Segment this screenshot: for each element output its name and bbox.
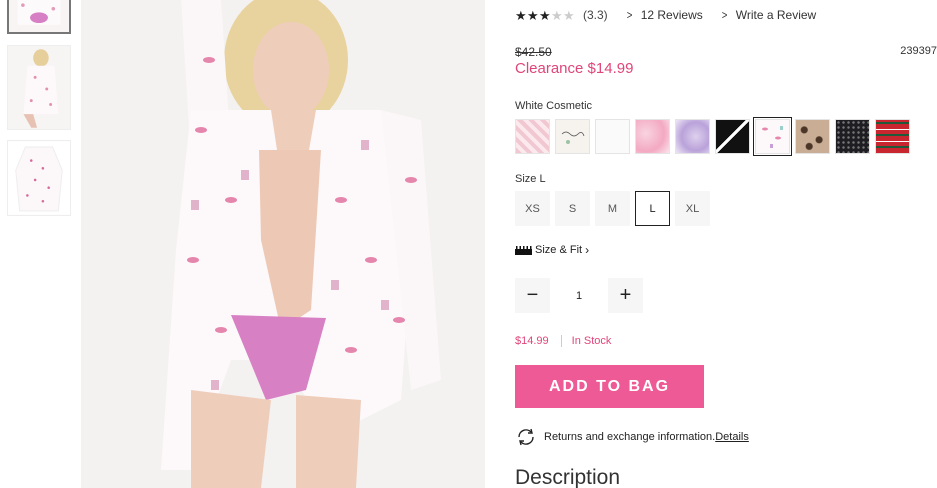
reviews-link[interactable]: > 12 Reviews (626, 8, 703, 22)
chevron-right-icon: › (585, 243, 590, 257)
write-review-label: Write a Review (735, 8, 817, 22)
thumbnail-image (8, 141, 70, 215)
stock-row: $14.99 In Stock (515, 335, 611, 347)
thumbnail-image (10, 0, 68, 32)
swatch-black-dots[interactable] (835, 119, 870, 154)
clearance-price: Clearance $14.99 (515, 60, 634, 77)
size-fit-label: Size & Fit (535, 244, 583, 256)
quantity-increase-button[interactable]: + (608, 278, 643, 313)
returns-details-link[interactable]: Details (715, 431, 749, 443)
thumbnail-3[interactable] (7, 140, 71, 216)
swatch-leopard[interactable] (795, 119, 830, 154)
swatch-white-cosmetic[interactable] (753, 117, 792, 156)
swatch-lavender-tie-dye[interactable] (675, 119, 710, 154)
thumbnail-image (8, 46, 70, 129)
swatch-red-plaid[interactable] (875, 119, 910, 154)
size-s-button[interactable]: S (555, 191, 590, 226)
size-m-button[interactable]: M (595, 191, 630, 226)
color-swatches (515, 117, 915, 156)
add-to-bag-button[interactable]: ADD TO BAG (515, 365, 704, 408)
reviews-link-label: 12 Reviews (640, 8, 703, 22)
size-l-button[interactable]: L (635, 191, 670, 226)
rating-value: (3.3) (583, 8, 608, 22)
returns-text: Returns and exchange information. (544, 431, 716, 443)
thumbnail-2[interactable] (7, 45, 71, 130)
product-sku: 239397 (900, 45, 937, 57)
chevron-right-icon: > (721, 8, 728, 22)
star-icon: ★ (527, 7, 539, 23)
swatch-pink-plaid[interactable] (515, 119, 550, 154)
selected-size-label: Size L (515, 173, 546, 185)
write-review-link[interactable]: > Write a Review (721, 8, 816, 22)
star-icon: ★ (539, 7, 551, 23)
star-icon: ★ (563, 7, 575, 23)
thumbnail-1[interactable] (7, 0, 71, 34)
swatch-white-script[interactable] (555, 119, 590, 154)
star-rating: ★ ★ ★ ★ ★ (515, 9, 575, 22)
model-photo (81, 0, 485, 488)
divider (560, 335, 562, 347)
stock-price: $14.99 (515, 335, 549, 347)
size-xs-button[interactable]: XS (515, 191, 550, 226)
size-xl-button[interactable]: XL (675, 191, 710, 226)
product-details-panel: ★ ★ ★ ★ ★ (3.3) > 12 Reviews > Write a R… (515, 0, 937, 488)
returns-info: Returns and exchange information. Detail… (515, 428, 749, 446)
product-main-image[interactable] (81, 0, 485, 488)
original-price: $42.50 (515, 45, 552, 59)
quantity-decrease-button[interactable]: − (515, 278, 550, 313)
selected-color-name: White Cosmetic (515, 100, 593, 112)
swatch-black-script[interactable] (715, 119, 750, 154)
size-fit-link[interactable]: Size & Fit › (515, 243, 589, 257)
star-icon: ★ (551, 7, 563, 23)
chevron-right-icon: > (626, 8, 633, 22)
quantity-stepper: − 1 + (515, 278, 643, 313)
swatch-pink-tie-dye[interactable] (635, 119, 670, 154)
returns-cycle-icon (518, 428, 534, 446)
stock-status: In Stock (571, 335, 612, 347)
rating-row: ★ ★ ★ ★ ★ (3.3) > 12 Reviews > Write a R… (515, 7, 816, 23)
star-icon: ★ (515, 7, 527, 23)
quantity-value[interactable]: 1 (550, 278, 608, 313)
swatch-white-solid[interactable] (595, 119, 630, 154)
ruler-icon (515, 245, 532, 255)
size-options: XS S M L XL (515, 191, 715, 226)
description-heading: Description (515, 466, 621, 488)
